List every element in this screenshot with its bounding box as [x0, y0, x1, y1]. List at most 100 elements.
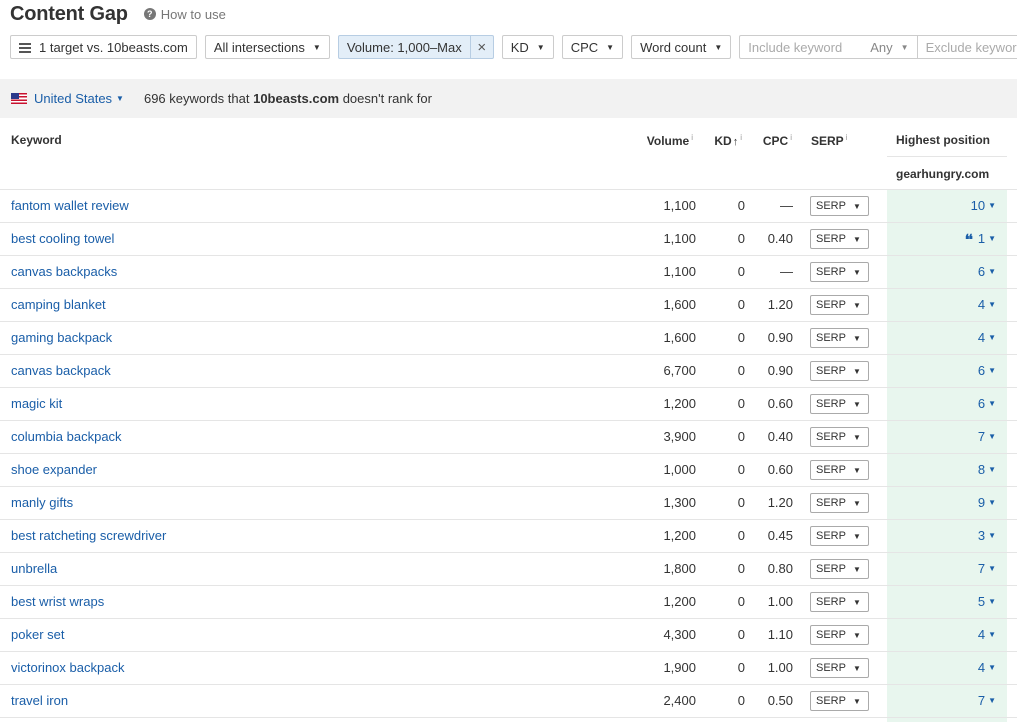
- volume-filter-label: Volume: 1,000–Max: [346, 39, 462, 55]
- position-dropdown[interactable]: 4 ▼: [978, 660, 996, 675]
- caret-down-icon: ▼: [988, 333, 996, 342]
- serp-button[interactable]: SERP ▼: [810, 295, 869, 315]
- position-dropdown[interactable]: 6 ▼: [978, 264, 996, 279]
- kd-value: 0: [737, 462, 745, 477]
- keyword-link[interactable]: unbrella: [11, 561, 57, 576]
- caret-down-icon: ▼: [852, 531, 861, 541]
- volume-value: 1,100: [663, 198, 696, 213]
- serp-button[interactable]: SERP ▼: [810, 625, 869, 645]
- serp-button[interactable]: SERP ▼: [810, 229, 869, 249]
- position-dropdown[interactable]: 5 ▼: [978, 594, 996, 609]
- position-dropdown[interactable]: ❛❛ 1 ▼: [965, 231, 996, 246]
- kd-value: 0: [737, 528, 745, 543]
- position-dropdown[interactable]: 6 ▼: [978, 363, 996, 378]
- volume-value: 4,300: [663, 627, 696, 642]
- serp-button[interactable]: SERP ▼: [810, 559, 869, 579]
- keyword-link[interactable]: camping blanket: [11, 297, 106, 312]
- country-dropdown[interactable]: United States ▼: [34, 91, 124, 106]
- cpc-value: —: [780, 198, 793, 213]
- help-icon: ?: [143, 8, 156, 20]
- serp-button[interactable]: SERP ▼: [810, 394, 869, 414]
- caret-down-icon: ▼: [900, 42, 909, 52]
- keyword-link[interactable]: columbia backpack: [11, 429, 122, 444]
- position-dropdown[interactable]: 3 ▼: [978, 528, 996, 543]
- serp-button[interactable]: SERP ▼: [810, 658, 869, 678]
- position-dropdown[interactable]: 6 ▼: [978, 396, 996, 411]
- serp-button[interactable]: SERP ▼: [810, 493, 869, 513]
- keyword-link[interactable]: gaming backpack: [11, 330, 112, 345]
- close-icon[interactable]: ×: [469, 36, 493, 58]
- volume-value: 3,900: [663, 429, 696, 444]
- caret-down-icon: ▼: [988, 432, 996, 441]
- keyword-count: 696 keywords that 10beasts.com doesn't r…: [144, 91, 432, 106]
- column-header-volume[interactable]: Volume i: [647, 133, 693, 148]
- keyword-link[interactable]: best wrist wraps: [11, 594, 104, 609]
- kd-value: 0: [737, 594, 745, 609]
- position-dropdown[interactable]: 7 ▼: [978, 561, 996, 576]
- keyword-link[interactable]: magic kit: [11, 396, 62, 411]
- serp-button[interactable]: SERP ▼: [810, 526, 869, 546]
- position-value: 5: [977, 594, 986, 609]
- serp-button[interactable]: SERP ▼: [810, 427, 869, 447]
- serp-label: SERP: [816, 233, 846, 245]
- caret-down-icon: ▼: [536, 42, 545, 52]
- keyword-link[interactable]: canvas backpack: [11, 363, 111, 378]
- cpc-value: 1.20: [767, 495, 793, 510]
- column-header-keyword[interactable]: Keyword: [11, 133, 62, 147]
- cpc-dropdown[interactable]: CPC ▼: [561, 35, 624, 59]
- keyword-link[interactable]: poker set: [11, 627, 64, 642]
- keyword-header-label: Keyword: [11, 133, 62, 147]
- caret-down-icon: ▼: [988, 234, 996, 243]
- how-to-use-link[interactable]: ? How to use: [143, 7, 226, 22]
- keyword-link[interactable]: canvas backpacks: [11, 264, 117, 279]
- column-header-kd[interactable]: KD↑ i: [714, 133, 742, 148]
- keyword-link[interactable]: fantom wallet review: [11, 198, 129, 213]
- serp-button[interactable]: SERP ▼: [810, 328, 869, 348]
- table-row: best cooling towel 1,100 0 0.40 SERP ▼ ❛❛ 1 ▼: [0, 223, 1017, 256]
- intersections-dropdown[interactable]: All intersections ▼: [204, 35, 330, 59]
- position-dropdown[interactable]: 4 ▼: [978, 627, 996, 642]
- column-header-highest-position: Highest position: [896, 133, 990, 147]
- keyword-link[interactable]: shoe expander: [11, 462, 97, 477]
- cpc-value: 1.00: [767, 594, 793, 609]
- serp-button[interactable]: SERP ▼: [810, 691, 869, 711]
- targets-button[interactable]: 1 target vs. 10beasts.com: [10, 35, 197, 59]
- keyword-link[interactable]: victorinox backpack: [11, 660, 124, 675]
- cpc-value: 0.50: [767, 693, 793, 708]
- position-dropdown[interactable]: 7 ▼: [978, 429, 996, 444]
- serp-button[interactable]: SERP ▼: [810, 592, 869, 612]
- volume-filter[interactable]: Volume: 1,000–Max ×: [337, 35, 494, 59]
- word-count-dropdown[interactable]: Word count ▼: [631, 35, 732, 59]
- column-header-cpc[interactable]: CPC i: [763, 133, 792, 148]
- match-type-dropdown[interactable]: Any ▼: [870, 40, 916, 55]
- volume-value: 1,100: [663, 231, 696, 246]
- keyword-link[interactable]: manly gifts: [11, 495, 73, 510]
- caret-down-icon: ▼: [852, 201, 861, 211]
- target-domain: 10beasts.com: [253, 91, 340, 106]
- kd-dropdown[interactable]: KD ▼: [501, 35, 554, 59]
- volume-value: 1,800: [663, 561, 696, 576]
- serp-button[interactable]: SERP ▼: [810, 196, 869, 216]
- position-dropdown[interactable]: 7 ▼: [978, 693, 996, 708]
- serp-button[interactable]: SERP ▼: [810, 262, 869, 282]
- serp-button[interactable]: SERP ▼: [810, 460, 869, 480]
- position-value: 7: [977, 561, 986, 576]
- include-keyword-input[interactable]: Include keyword: [740, 40, 870, 55]
- position-dropdown[interactable]: 9 ▼: [978, 495, 996, 510]
- keyword-link[interactable]: best cooling towel: [11, 231, 114, 246]
- caret-down-icon: ▼: [988, 267, 996, 276]
- serp-button[interactable]: SERP ▼: [810, 361, 869, 381]
- count-text: 696 keywords that: [143, 91, 254, 106]
- keyword-link[interactable]: travel iron: [11, 693, 68, 708]
- caret-down-icon: ▼: [852, 300, 861, 310]
- table-row: canvas backpacks 1,100 0— SERP ▼ 6 ▼: [0, 256, 1017, 289]
- position-dropdown[interactable]: 4 ▼: [978, 297, 996, 312]
- keyword-link[interactable]: best ratcheting screwdriver: [11, 528, 166, 543]
- competitor-column-header[interactable]: gearhungry.com: [887, 156, 1007, 190]
- exclude-keyword-input[interactable]: Exclude keyword: [916, 36, 1017, 58]
- position-dropdown[interactable]: 4 ▼: [978, 330, 996, 345]
- position-dropdown[interactable]: 10 ▼: [971, 198, 996, 213]
- position-dropdown[interactable]: 8 ▼: [978, 462, 996, 477]
- caret-down-icon: ▼: [988, 597, 996, 606]
- caret-down-icon: ▼: [852, 333, 861, 343]
